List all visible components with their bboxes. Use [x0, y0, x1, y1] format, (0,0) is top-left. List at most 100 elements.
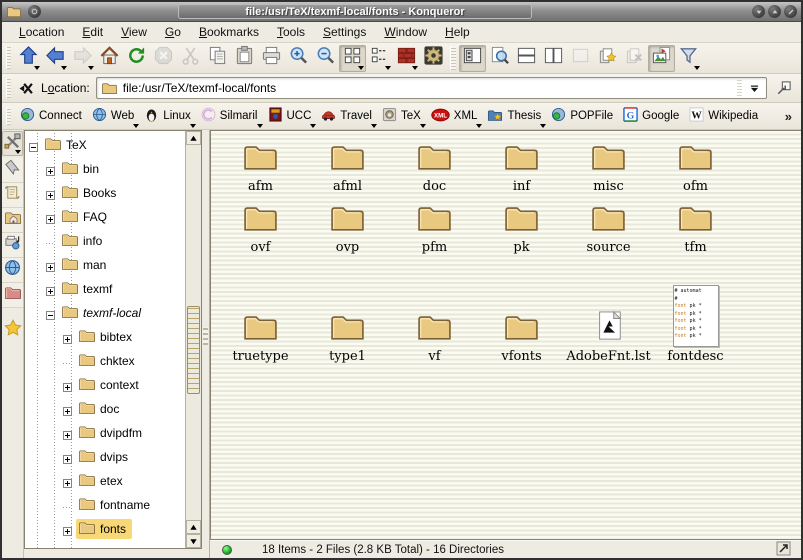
- zoom-out-button[interactable]: [312, 45, 339, 72]
- tree-item-man[interactable]: man: [25, 253, 185, 277]
- menu-go[interactable]: Go: [156, 23, 190, 41]
- location-dropdown-button[interactable]: [744, 79, 764, 97]
- tree-expander-icon[interactable]: [46, 261, 55, 270]
- bookmark-wikipedia[interactable]: WWikipedia: [684, 105, 763, 127]
- menu-window[interactable]: Window: [375, 23, 436, 41]
- file-item-ofm[interactable]: ofm: [652, 135, 739, 196]
- file-item-adobefnt.lst[interactable]: AdobeFnt.lst: [565, 304, 652, 366]
- file-item-vf[interactable]: vf: [391, 305, 478, 366]
- bookmark-google[interactable]: GGoogle: [618, 105, 684, 127]
- tree-item-etex[interactable]: etex: [25, 469, 185, 493]
- close-button[interactable]: [784, 5, 797, 18]
- bookmark-ucc[interactable]: UCC: [263, 105, 317, 127]
- gear-button[interactable]: [420, 45, 447, 72]
- location-input[interactable]: file:/usr/TeX/texmf-local/fonts: [96, 77, 767, 99]
- icon-view-button[interactable]: [339, 45, 366, 72]
- tree-item-tex[interactable]: TeX: [25, 133, 185, 157]
- tree-item-books[interactable]: Books: [25, 181, 185, 205]
- home-button[interactable]: [96, 45, 123, 72]
- scroll-down-button[interactable]: [186, 534, 201, 548]
- sidebar-tab-history[interactable]: [2, 183, 23, 208]
- file-item-inf[interactable]: inf: [478, 135, 565, 196]
- sidebar-tab-home-folder[interactable]: [2, 208, 23, 233]
- menu-help[interactable]: Help: [436, 23, 479, 41]
- tree-expander-icon[interactable]: [46, 165, 55, 174]
- bookbar-grip[interactable]: [6, 107, 11, 126]
- bookmark-xml[interactable]: XMLXML: [426, 106, 483, 127]
- bricks-button[interactable]: [393, 45, 420, 72]
- file-item-vfonts[interactable]: vfonts: [478, 305, 565, 366]
- file-item-pk[interactable]: pk: [478, 196, 565, 257]
- file-item-ovp[interactable]: ovp: [304, 196, 391, 257]
- scroll-up-button[interactable]: [186, 131, 201, 145]
- bookmark-tex[interactable]: TeX: [377, 105, 426, 127]
- tree-item-faq[interactable]: FAQ: [25, 205, 185, 229]
- tree-expander-icon[interactable]: [29, 141, 38, 150]
- zoom-in-button[interactable]: [285, 45, 312, 72]
- list-view-button[interactable]: [366, 45, 393, 72]
- tree-item-info[interactable]: info: [25, 229, 185, 253]
- reload-button[interactable]: [123, 45, 150, 72]
- print-button[interactable]: [258, 45, 285, 72]
- filter-button[interactable]: [675, 45, 702, 72]
- copy-button[interactable]: [204, 45, 231, 72]
- tree-expander-icon[interactable]: [63, 381, 72, 390]
- menu-settings[interactable]: Settings: [314, 23, 375, 41]
- tree-expander-icon[interactable]: [46, 189, 55, 198]
- tree-item-fonts[interactable]: fonts: [25, 517, 185, 541]
- menu-tools[interactable]: Tools: [268, 23, 314, 41]
- tree-item-context[interactable]: context: [25, 373, 185, 397]
- paste-button[interactable]: [231, 45, 258, 72]
- file-item-misc[interactable]: misc: [565, 135, 652, 196]
- file-item-fontdesc[interactable]: # automat#font pk *font pk *font pk *fon…: [652, 279, 739, 366]
- go-button[interactable]: [772, 76, 796, 100]
- tree-expander-icon[interactable]: [63, 453, 72, 462]
- tree-scrollbar[interactable]: [185, 131, 201, 548]
- file-item-truetype[interactable]: truetype: [217, 305, 304, 366]
- location-value[interactable]: file:/usr/TeX/texmf-local/fonts: [123, 81, 737, 95]
- file-item-tfm[interactable]: tfm: [652, 196, 739, 257]
- file-item-doc[interactable]: doc: [391, 135, 478, 196]
- tree-expander-icon[interactable]: [63, 333, 72, 342]
- tree-expander-icon[interactable]: [46, 285, 55, 294]
- tree-item-dvips[interactable]: dvips: [25, 445, 185, 469]
- scrollbar-thumb[interactable]: [187, 306, 200, 394]
- bookmark-silmaril[interactable]: Silmaril: [196, 105, 263, 127]
- bookmark-linux[interactable]: Linux: [139, 105, 196, 127]
- file-item-afm[interactable]: afm: [217, 135, 304, 196]
- tree-item-doc[interactable]: doc: [25, 397, 185, 421]
- file-item-afml[interactable]: afml: [304, 135, 391, 196]
- bookmark-travel[interactable]: Travel: [316, 105, 377, 127]
- file-item-pfm[interactable]: pfm: [391, 196, 478, 257]
- titlebar[interactable]: file:/usr/TeX/texmf-local/fonts - Konque…: [2, 2, 801, 22]
- sidebar-tab-network[interactable]: [2, 258, 23, 283]
- file-item-ovf[interactable]: ovf: [217, 196, 304, 257]
- new-tab-button[interactable]: [594, 45, 621, 72]
- shade-button[interactable]: [752, 5, 765, 18]
- file-item-type1[interactable]: type1: [304, 305, 391, 366]
- tree-item-texmf[interactable]: texmf: [25, 277, 185, 301]
- bookmark-thesis[interactable]: Thesis: [482, 106, 546, 127]
- sidebar-toggle-button[interactable]: [459, 45, 486, 72]
- tree-item-fontname[interactable]: fontname: [25, 493, 185, 517]
- menu-location[interactable]: Location: [10, 23, 73, 41]
- find-page-button[interactable]: [486, 45, 513, 72]
- sidebar-tab-services[interactable]: [2, 233, 23, 258]
- tree-item-chktex[interactable]: chktex: [25, 349, 185, 373]
- previews-button[interactable]: [648, 45, 675, 72]
- sidebar-tab-configure[interactable]: [2, 131, 23, 156]
- bookmark-connect[interactable]: Connect: [15, 105, 87, 127]
- tree-item-bibtex[interactable]: bibtex: [25, 325, 185, 349]
- up-arrow-button[interactable]: [15, 45, 42, 72]
- split-vertical-button[interactable]: [540, 45, 567, 72]
- sidebar-tab-bookmark-star[interactable]: [2, 318, 23, 343]
- back-arrow-button[interactable]: [42, 45, 69, 72]
- sidebar-tab-bookmarks-tab[interactable]: [2, 158, 23, 183]
- tree-expander-icon[interactable]: [63, 477, 72, 486]
- file-icon-view[interactable]: afmafmldocinfmiscofm ovfovppfmpksourcetfm…: [210, 130, 801, 540]
- tree-expander-icon[interactable]: [63, 525, 72, 534]
- split-horizontal-button[interactable]: [513, 45, 540, 72]
- file-item-source[interactable]: source: [565, 196, 652, 257]
- menu-view[interactable]: View: [112, 23, 156, 41]
- bookmarks-overflow-chevron[interactable]: »: [783, 109, 798, 124]
